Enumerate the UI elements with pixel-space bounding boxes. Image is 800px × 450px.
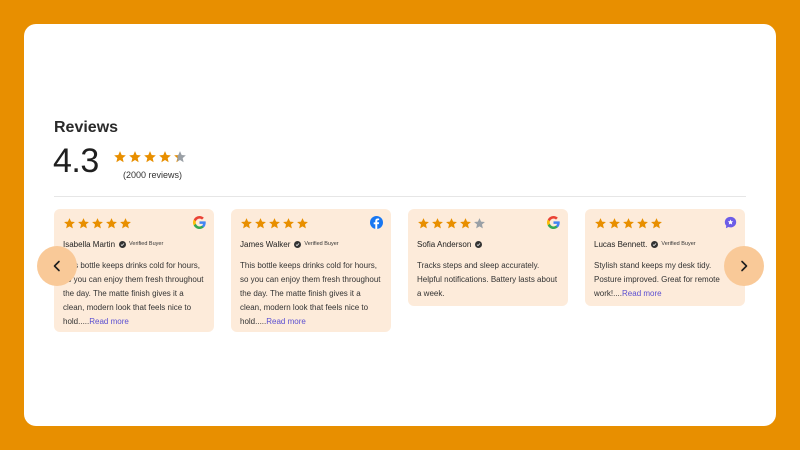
verified-label: Verified Buyer bbox=[129, 241, 164, 247]
previous-button[interactable] bbox=[37, 246, 77, 286]
star-icon bbox=[459, 217, 472, 231]
star-icon bbox=[296, 217, 309, 231]
reviews-widget: Reviews 4.3 (2000 reviews) Isabella Mart… bbox=[24, 24, 776, 426]
average-rating: 4.3 bbox=[53, 142, 99, 180]
google-icon bbox=[193, 216, 206, 229]
star-icon bbox=[77, 217, 90, 231]
reviewer-name: Isabella Martin bbox=[63, 239, 116, 249]
verified-check-icon bbox=[294, 240, 302, 248]
star-icon bbox=[173, 150, 187, 164]
star-icon bbox=[119, 217, 132, 231]
review-card: Lucas Bennett. Verified Buyer Stylish st… bbox=[585, 209, 745, 306]
reviewer-name: James Walker bbox=[240, 239, 291, 249]
review-text: Stylish stand keeps my desk tidy. Postur… bbox=[594, 261, 720, 298]
verified-check-icon bbox=[119, 240, 127, 248]
star-icon bbox=[254, 217, 267, 231]
star-icon bbox=[105, 217, 118, 231]
review-stars bbox=[417, 217, 559, 231]
star-icon bbox=[636, 217, 649, 231]
star-icon bbox=[91, 217, 104, 231]
review-stars bbox=[594, 217, 736, 231]
verified-check-icon bbox=[651, 240, 659, 248]
reviews-carousel: Isabella Martin Verified Buyer This bott… bbox=[54, 209, 746, 339]
star-icon bbox=[268, 217, 281, 231]
star-icon bbox=[282, 217, 295, 231]
star-icon bbox=[622, 217, 635, 231]
reviewer-name: Lucas Bennett. bbox=[594, 239, 648, 249]
review-card: Isabella Martin Verified Buyer This bott… bbox=[54, 209, 214, 332]
review-text: Tracks steps and sleep accurately. Helpf… bbox=[417, 261, 558, 298]
reviewer-name: Sofia Anderson bbox=[417, 239, 472, 249]
read-more-link[interactable]: Read more bbox=[266, 317, 306, 326]
read-more-link[interactable]: Read more bbox=[622, 289, 662, 298]
next-button[interactable] bbox=[724, 246, 764, 286]
divider bbox=[54, 196, 746, 197]
chevron-right-icon bbox=[741, 260, 748, 272]
star-icon bbox=[594, 217, 607, 231]
reviews-title: Reviews bbox=[54, 119, 119, 136]
star-icon bbox=[128, 150, 142, 164]
star-icon bbox=[113, 150, 127, 164]
star-icon bbox=[143, 150, 157, 164]
google-icon bbox=[547, 216, 560, 229]
review-card: James Walker Verified Buyer This bottle … bbox=[231, 209, 391, 332]
star-icon bbox=[240, 217, 253, 231]
review-text: This bottle keeps drinks cold for hours,… bbox=[240, 261, 381, 326]
review-stars bbox=[63, 217, 205, 231]
verified-label: Verified Buyer bbox=[661, 241, 696, 247]
verified-label: Verified Buyer bbox=[304, 241, 339, 247]
review-count: (2000 reviews) bbox=[123, 170, 183, 180]
read-more-link[interactable]: Read more bbox=[89, 317, 129, 326]
verified-check-icon bbox=[475, 240, 483, 248]
chat-bubble-icon bbox=[724, 216, 737, 229]
star-icon bbox=[650, 217, 663, 231]
review-text: This bottle keeps drinks cold for hours,… bbox=[63, 261, 204, 326]
star-icon bbox=[417, 217, 430, 231]
star-icon bbox=[473, 217, 486, 231]
star-icon bbox=[608, 217, 621, 231]
star-icon bbox=[445, 217, 458, 231]
chevron-left-icon bbox=[53, 260, 60, 272]
facebook-icon bbox=[370, 216, 383, 229]
review-stars bbox=[240, 217, 382, 231]
star-icon bbox=[158, 150, 172, 164]
star-icon bbox=[63, 217, 76, 231]
summary-stars bbox=[113, 150, 187, 164]
review-card: Sofia Anderson Tracks steps and sleep ac… bbox=[408, 209, 568, 306]
star-icon bbox=[431, 217, 444, 231]
